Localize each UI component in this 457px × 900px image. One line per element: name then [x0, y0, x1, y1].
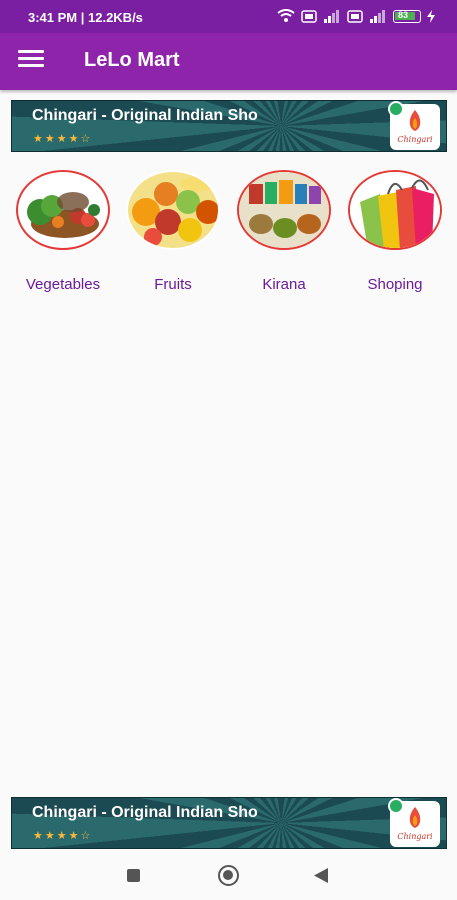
category-label: Fruits	[154, 276, 192, 293]
status-icons: 83	[277, 9, 435, 23]
category-label: Vegetables	[25, 276, 101, 293]
back-button[interactable]	[314, 868, 328, 888]
vegetables-image	[16, 170, 110, 250]
app-bar: LeLo Mart	[0, 33, 457, 90]
ad-banner-top[interactable]: Chingari - Original Indian Sho ★★★★☆ Chi…	[11, 100, 447, 152]
square-icon	[127, 869, 140, 882]
ad-badge-icon	[388, 101, 404, 117]
status-time: 3:41 PM | 12.2KB/s	[28, 10, 143, 25]
system-nav-bar	[0, 852, 457, 900]
ad-rating-stars: ★★★★☆	[33, 133, 93, 145]
wifi-icon	[277, 9, 295, 22]
battery-icon: 83	[393, 9, 421, 23]
category-kirana[interactable]: Kirana	[233, 168, 345, 298]
recents-button[interactable]	[127, 869, 140, 882]
ad-logo-text: Chingari	[397, 832, 433, 841]
ad-banner-bottom[interactable]: Chingari - Original Indian Sho ★★★★☆ Chi…	[11, 797, 447, 849]
category-label: Kirana	[262, 276, 306, 293]
shopping-bags-image	[348, 170, 442, 250]
volte-icon-2	[347, 9, 363, 23]
ad-badge-icon	[388, 798, 404, 814]
kirana-image	[237, 170, 331, 250]
home-button[interactable]	[218, 865, 239, 886]
ad-title: Chingari - Original Indian Sho	[32, 804, 258, 821]
ad-title: Chingari - Original Indian Sho	[32, 107, 258, 124]
signal-icon	[324, 10, 339, 23]
volte-icon	[301, 9, 317, 23]
category-shopping[interactable]: Shoping	[344, 168, 456, 298]
ad-logo-text: Chingari	[397, 135, 433, 144]
category-fruits[interactable]: Fruits	[122, 168, 234, 298]
battery-level: 83	[398, 9, 409, 20]
category-label: Shoping	[367, 276, 423, 293]
category-vegetables[interactable]: Vegetables	[12, 168, 124, 298]
ad-rating-stars: ★★★★☆	[33, 830, 93, 842]
status-bar: 3:41 PM | 12.2KB/s 83	[0, 0, 457, 33]
charging-icon	[427, 9, 435, 23]
menu-icon[interactable]	[18, 50, 44, 72]
app-title: LeLo Mart	[84, 49, 180, 71]
signal-icon-2	[370, 10, 385, 23]
fruits-image	[126, 170, 220, 250]
circle-icon	[218, 865, 239, 886]
back-triangle-icon	[314, 868, 328, 883]
